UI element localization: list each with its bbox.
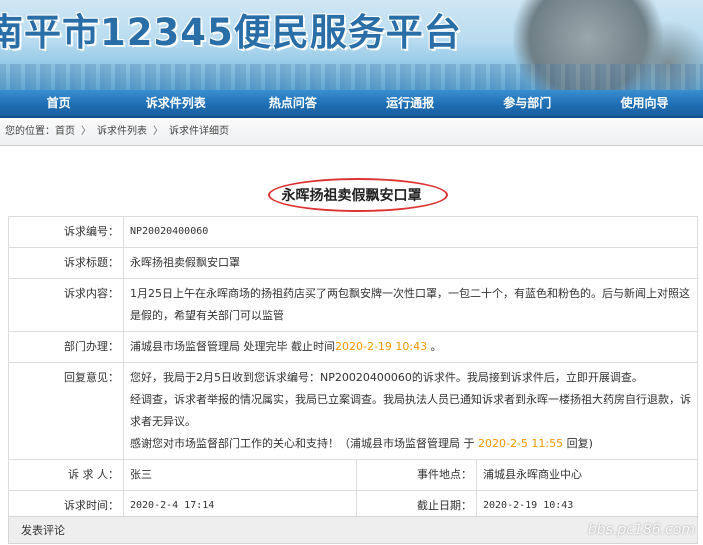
department-value: 浦城县市场监督管理局 处理完毕 截止时间2020-2-19 10:43 。: [123, 331, 698, 363]
request-id-label: 诉求编号：: [8, 216, 124, 248]
table-row: 诉 求 人： 张三 事件地点： 浦城县永晖商业中心: [8, 459, 698, 491]
site-title: 南平市12345便民服务平台: [0, 11, 462, 54]
breadcrumb-request-list[interactable]: 诉求件列表: [97, 126, 147, 137]
reply-value: 您好，我局于2月5日收到您诉求编号：NP20020400060的诉求件。我局接到…: [123, 362, 698, 460]
breadcrumb-separator: 〉: [153, 126, 163, 137]
department-deadline: 2020-2-19 10:43: [335, 340, 428, 353]
location-value: 浦城县永晖商业中心: [476, 459, 698, 491]
table-row: 诉求编号： NP20020400060: [8, 216, 698, 248]
request-subject-value: 永晖扬祖卖假飘安口罩: [123, 247, 698, 279]
table-row: 回复意见： 您好，我局于2月5日收到您诉求编号：NP20020400060的诉求…: [8, 362, 698, 460]
banner-skyline: [0, 64, 703, 90]
header-banner: 南平市12345便民服务平台: [0, 0, 703, 90]
reply-suffix: 回复): [563, 437, 593, 450]
nav-item-guide[interactable]: 使用向导: [586, 90, 703, 116]
table-row: 诉求内容： 1月25日上午在永晖商场的扬祖药店买了两包飘安牌一次性口罩，一包二十…: [8, 278, 698, 332]
reply-label: 回复意见：: [8, 362, 124, 460]
department-status: 浦城县市场监督管理局 处理完毕 截止时间: [130, 340, 335, 353]
nav-item-operation-report[interactable]: 运行通报: [352, 90, 469, 116]
breadcrumb-home[interactable]: 首页: [55, 126, 75, 137]
request-detail-table: 诉求编号： NP20020400060 诉求标题： 永晖扬祖卖假飘安口罩 诉求内…: [8, 216, 698, 522]
request-content-label: 诉求内容：: [8, 278, 124, 332]
request-subject-label: 诉求标题：: [8, 247, 124, 279]
reply-line: 感谢您对市场监督部门工作的关心和支持！（浦城县市场监督管理局 于 2020-2-…: [130, 433, 691, 455]
nav-item-home[interactable]: 首页: [0, 90, 117, 116]
request-id-value: NP20020400060: [123, 216, 698, 248]
reply-line: 经调查，诉求者举报的情况属实，我局已立案调查。我局执法人员已通知诉求者到永晖一楼…: [130, 393, 691, 428]
breadcrumb-prefix: 您的位置：: [5, 126, 55, 137]
requester-value: 张三: [123, 459, 357, 491]
department-label: 部门办理：: [8, 331, 124, 363]
watermark: bbs.pc186.com: [587, 522, 695, 538]
table-row: 部门办理： 浦城县市场监督管理局 处理完毕 截止时间2020-2-19 10:4…: [8, 331, 698, 363]
reply-thanks: 感谢您对市场监督部门工作的关心和支持！（浦城县市场监督管理局 于: [130, 437, 478, 450]
nav-item-request-list[interactable]: 诉求件列表: [117, 90, 234, 116]
nav-item-departments[interactable]: 参与部门: [469, 90, 586, 116]
request-content-value: 1月25日上午在永晖商场的扬祖药店买了两包飘安牌一次性口罩，一包二十个，有蓝色和…: [123, 278, 698, 332]
page-title: 永晖扬祖卖假飘安口罩: [281, 188, 422, 204]
reply-date: 2020-2-5 11:55: [478, 437, 564, 450]
table-row: 诉求标题： 永晖扬祖卖假飘安口罩: [8, 247, 698, 279]
reply-line: 您好，我局于2月5日收到您诉求编号：NP20020400060的诉求件。我局接到…: [130, 371, 643, 384]
breadcrumb-current: 诉求件详细页: [169, 126, 229, 137]
breadcrumb: 您的位置：首页〉诉求件列表〉诉求件详细页: [0, 118, 703, 146]
department-suffix: 。: [427, 340, 442, 353]
breadcrumb-separator: 〉: [81, 126, 91, 137]
post-comment-label: 发表评论: [21, 524, 65, 537]
requester-label: 诉 求 人：: [8, 459, 124, 491]
main-nav: 首页 诉求件列表 热点问答 运行通报 参与部门 使用向导: [0, 90, 703, 118]
nav-item-hot-qa[interactable]: 热点问答: [234, 90, 351, 116]
location-label: 事件地点：: [356, 459, 477, 491]
